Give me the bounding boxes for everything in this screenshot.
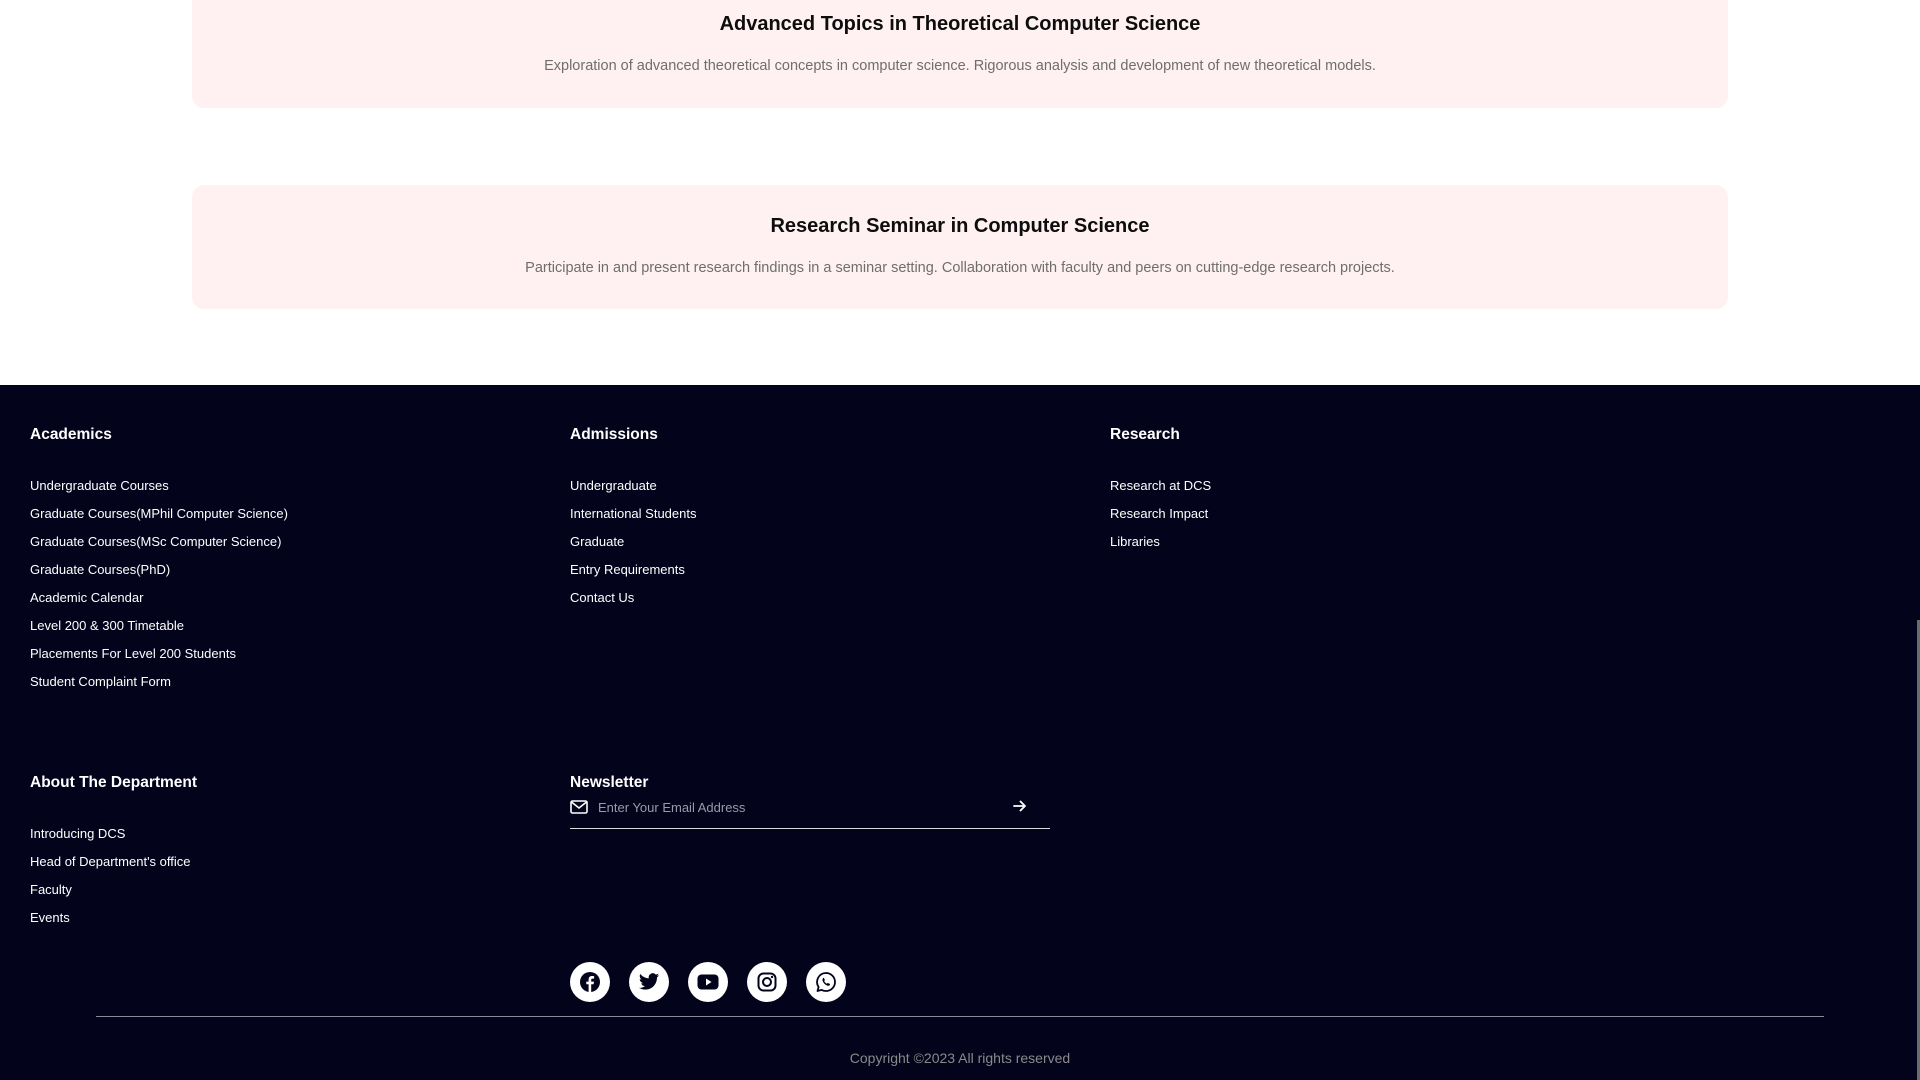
list-item: Graduate Courses(MPhil Computer Science) bbox=[30, 506, 288, 534]
list-item: Libraries bbox=[1110, 534, 1211, 562]
footer-link-contact-us[interactable]: Contact Us bbox=[570, 590, 634, 605]
newsletter-email-input[interactable] bbox=[598, 795, 998, 819]
list-item: Graduate bbox=[570, 534, 696, 562]
footer-link-head-of-department[interactable]: Head of Department's office bbox=[30, 854, 191, 869]
footer-divider bbox=[96, 1016, 1824, 1017]
footer-link-faculty[interactable]: Faculty bbox=[30, 882, 72, 897]
envelope-icon bbox=[570, 800, 588, 814]
footer-links-research: Research at DCS Research Impact Librarie… bbox=[1110, 478, 1211, 562]
course-description: Exploration of advanced theoretical conc… bbox=[544, 58, 1376, 74]
site-footer: Academics Undergraduate Courses Graduate… bbox=[0, 385, 1920, 1080]
footer-heading-research: Research bbox=[1110, 426, 1180, 443]
footer-link-entry-requirements[interactable]: Entry Requirements bbox=[570, 562, 685, 577]
instagram-link[interactable] bbox=[747, 962, 787, 1002]
list-item: Entry Requirements bbox=[570, 562, 696, 590]
footer-links-admissions: Undergraduate International Students Gra… bbox=[570, 478, 696, 618]
whatsapp-link[interactable] bbox=[806, 962, 846, 1002]
footer-link-graduate-msc[interactable]: Graduate Courses(MSc Computer Science) bbox=[30, 534, 281, 549]
footer-link-undergraduate[interactable]: Undergraduate bbox=[570, 478, 657, 493]
footer-links-academics: Undergraduate Courses Graduate Courses(M… bbox=[30, 478, 288, 702]
footer-link-international-students[interactable]: International Students bbox=[570, 506, 696, 521]
list-item: Introducing DCS bbox=[30, 826, 191, 854]
list-item: Head of Department's office bbox=[30, 854, 191, 882]
course-card-theoretical: Advanced Topics in Theoretical Computer … bbox=[192, 0, 1728, 108]
footer-link-placements[interactable]: Placements For Level 200 Students bbox=[30, 646, 236, 661]
list-item: Research Impact bbox=[1110, 506, 1211, 534]
footer-link-research-at-dcs[interactable]: Research at DCS bbox=[1110, 478, 1211, 493]
list-item: Level 200 & 300 Timetable bbox=[30, 618, 288, 646]
footer-heading-academics: Academics bbox=[30, 426, 112, 443]
footer-heading-admissions: Admissions bbox=[570, 426, 658, 443]
twitter-link[interactable] bbox=[629, 962, 669, 1002]
footer-link-research-impact[interactable]: Research Impact bbox=[1110, 506, 1208, 521]
list-item: Graduate Courses(MSc Computer Science) bbox=[30, 534, 288, 562]
youtube-link[interactable] bbox=[688, 962, 728, 1002]
footer-heading-newsletter: Newsletter bbox=[570, 774, 649, 791]
newsletter-form bbox=[570, 793, 1050, 829]
list-item: Events bbox=[30, 910, 191, 938]
course-title: Research Seminar in Computer Science bbox=[770, 215, 1150, 237]
list-item: Academic Calendar bbox=[30, 590, 288, 618]
list-item: Faculty bbox=[30, 882, 191, 910]
footer-link-complaint-form[interactable]: Student Complaint Form bbox=[30, 674, 171, 689]
newsletter-submit-button[interactable] bbox=[1010, 797, 1030, 817]
footer-link-undergraduate-courses[interactable]: Undergraduate Courses bbox=[30, 478, 169, 493]
list-item: International Students bbox=[570, 506, 696, 534]
facebook-icon bbox=[580, 972, 600, 992]
footer-link-graduate[interactable]: Graduate bbox=[570, 534, 624, 549]
list-item: Contact Us bbox=[570, 590, 696, 618]
footer-link-events[interactable]: Events bbox=[30, 910, 70, 925]
list-item: Research at DCS bbox=[1110, 478, 1211, 506]
footer-link-academic-calendar[interactable]: Academic Calendar bbox=[30, 590, 143, 605]
footer-heading-about: About The Department bbox=[30, 774, 198, 791]
copyright-text: Copyright ©2023 All rights reserved bbox=[849, 1050, 1071, 1066]
footer-link-graduate-mphil[interactable]: Graduate Courses(MPhil Computer Science) bbox=[30, 506, 288, 521]
list-item: Graduate Courses(PhD) bbox=[30, 562, 288, 590]
list-item: Undergraduate bbox=[570, 478, 696, 506]
facebook-link[interactable] bbox=[570, 962, 610, 1002]
footer-link-graduate-phd[interactable]: Graduate Courses(PhD) bbox=[30, 562, 170, 577]
footer-links-about: Introducing DCS Head of Department's off… bbox=[30, 826, 191, 938]
whatsapp-icon bbox=[816, 972, 836, 992]
course-card-research-seminar: Research Seminar in Computer Science Par… bbox=[192, 185, 1728, 309]
instagram-icon bbox=[757, 972, 777, 992]
list-item: Undergraduate Courses bbox=[30, 478, 288, 506]
course-description: Participate in and present research find… bbox=[525, 260, 1395, 276]
youtube-icon bbox=[697, 974, 719, 990]
footer-link-timetable[interactable]: Level 200 & 300 Timetable bbox=[30, 618, 184, 633]
footer-link-introducing-dcs[interactable]: Introducing DCS bbox=[30, 826, 125, 841]
course-title: Advanced Topics in Theoretical Computer … bbox=[719, 13, 1201, 35]
footer-link-libraries[interactable]: Libraries bbox=[1110, 534, 1160, 549]
twitter-icon bbox=[638, 973, 660, 990]
arrow-right-icon bbox=[1013, 800, 1026, 811]
list-item: Student Complaint Form bbox=[30, 674, 288, 702]
list-item: Placements For Level 200 Students bbox=[30, 646, 288, 674]
